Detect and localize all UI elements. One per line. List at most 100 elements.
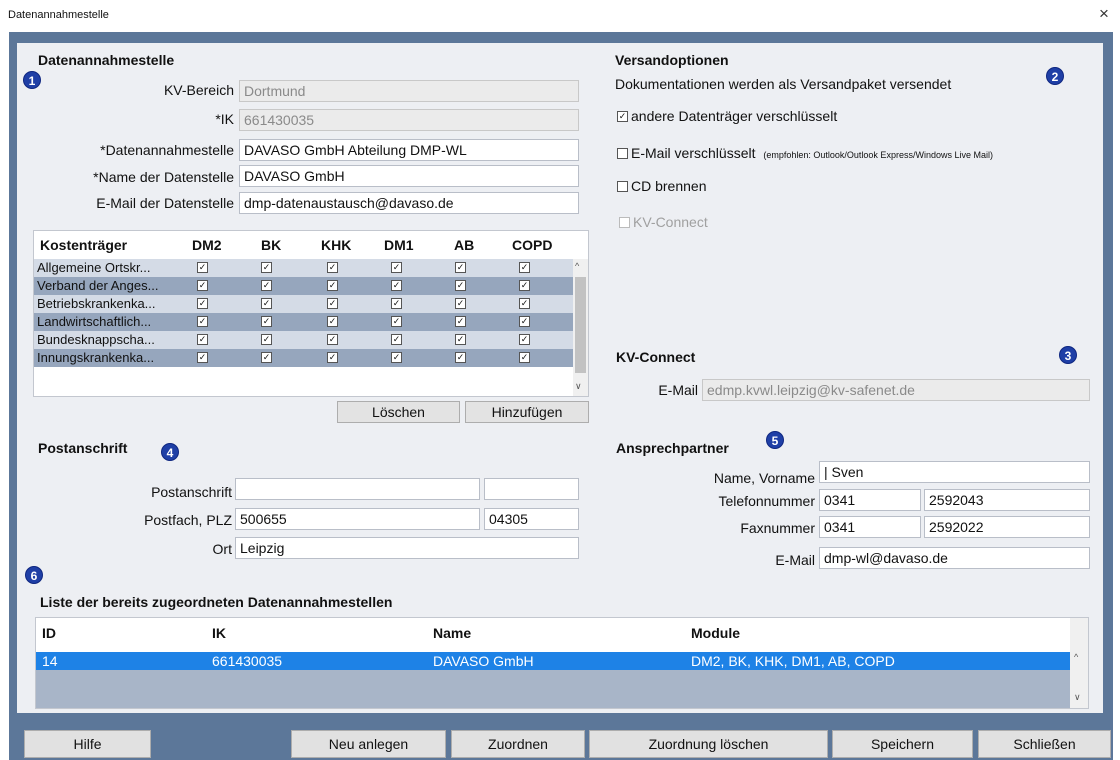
contact-email-field[interactable]: dmp-wl@davaso.de — [819, 547, 1090, 569]
grid-row[interactable]: Landwirtschaftlich... — [34, 313, 574, 331]
plz-field[interactable]: 04305 — [484, 508, 579, 530]
fax-nummer-field[interactable]: 2592022 — [924, 516, 1090, 538]
checkbox-checked-icon[interactable] — [327, 262, 338, 273]
fax-vorwahl-field[interactable]: 0341 — [819, 516, 921, 538]
checkbox-checked-icon[interactable] — [197, 316, 208, 327]
checkbox-checked-icon[interactable] — [391, 316, 402, 327]
kvconnect-heading: KV-Connect — [616, 349, 696, 365]
telefon-nummer-field[interactable]: 2592043 — [924, 489, 1090, 511]
telefon-vorwahl-field[interactable]: 0341 — [819, 489, 921, 511]
postanschrift-extra-field[interactable] — [484, 478, 579, 500]
row-name: DAVASO GmbH — [433, 653, 534, 669]
checkbox-checked-icon[interactable] — [455, 280, 466, 291]
checkbox-checked-icon[interactable] — [197, 352, 208, 363]
checkbox-checked-icon[interactable] — [327, 352, 338, 363]
checkbox-checked-icon[interactable] — [391, 262, 402, 273]
checkbox-checked-icon[interactable] — [327, 280, 338, 291]
checkbox-checked-icon[interactable] — [455, 334, 466, 345]
grid-row[interactable]: Betriebskrankenka... — [34, 295, 574, 313]
email-datenstelle-field[interactable]: dmp-datenaustausch@davaso.de — [239, 192, 579, 214]
checkbox-checked-icon[interactable] — [519, 262, 530, 273]
scroll-thumb[interactable] — [575, 277, 586, 373]
checkbox-checked-icon[interactable] — [327, 316, 338, 327]
ort-field[interactable]: Leipzig — [235, 537, 579, 559]
grid-row[interactable]: Innungskrankenka... — [34, 349, 574, 367]
grid-row-name: Verband der Anges... — [37, 278, 159, 293]
checkbox-checked-icon[interactable] — [455, 352, 466, 363]
section-4-badge: 4 — [161, 443, 179, 461]
checkbox-checked-icon[interactable] — [261, 298, 272, 309]
zugeordnete-list: ID IK Name Module 14 661430035 DAVASO Gm… — [35, 617, 1089, 709]
grid-row[interactable]: Verband der Anges... — [34, 277, 574, 295]
list-scrollbar[interactable]: ^ ∨ — [1070, 618, 1088, 708]
checkbox-checked-icon[interactable] — [261, 334, 272, 345]
checkbox-checked-icon[interactable] — [519, 280, 530, 291]
section-5-badge: 5 — [766, 431, 784, 449]
neu-anlegen-button[interactable]: Neu anlegen — [291, 730, 446, 758]
list-row[interactable]: 14 661430035 DAVASO GmbH DM2, BK, KHK, D… — [36, 652, 1070, 670]
col-dm2: DM2 — [192, 237, 222, 253]
loeschen-button[interactable]: Löschen — [337, 401, 460, 423]
checkbox-checked-icon[interactable] — [519, 352, 530, 363]
checkbox-checked-icon[interactable] — [261, 352, 272, 363]
telefon-label: Telefonnummer — [718, 493, 816, 509]
checkbox-checked-icon[interactable] — [391, 280, 402, 291]
checkbox-checked-icon[interactable] — [327, 334, 338, 345]
grid-row-name: Landwirtschaftlich... — [37, 314, 152, 329]
hinzufuegen-button[interactable]: Hinzufügen — [465, 401, 589, 423]
name-datenstelle-field[interactable]: DAVASO GmbH — [239, 165, 579, 187]
checkbox-checked-icon[interactable] — [197, 280, 208, 291]
checkbox-checked-icon[interactable] — [261, 280, 272, 291]
schliessen-button[interactable]: Schließen — [978, 730, 1111, 758]
zuordnung-loeschen-button[interactable]: Zuordnung löschen — [589, 730, 828, 758]
postanschrift-label: Postanschrift — [151, 484, 232, 500]
checkbox-icon[interactable] — [617, 180, 628, 192]
checkbox-checked-icon[interactable] — [519, 334, 530, 345]
postfach-field[interactable]: 500655 — [235, 508, 480, 530]
checkbox-disabled-icon — [619, 216, 630, 228]
name-datenstelle-label: *Name der Datenstelle — [93, 169, 234, 185]
kvconnect-email-field: edmp.kvwl.leipzig@kv-safenet.de — [702, 379, 1090, 401]
checkbox-checked-icon[interactable] — [391, 352, 402, 363]
datenannahmestelle-field[interactable]: DAVASO GmbH Abteilung DMP-WL — [239, 139, 579, 161]
option-cd-brennen[interactable]: CD brennen — [617, 178, 707, 194]
row-module: DM2, BK, KHK, DM1, AB, COPD — [691, 653, 895, 669]
checkbox-icon[interactable] — [617, 147, 628, 159]
grid-row[interactable]: Bundesknappscha... — [34, 331, 574, 349]
contact-email-label: E-Mail — [775, 552, 815, 568]
checkbox-checked-icon[interactable] — [519, 298, 530, 309]
checkbox-checked-icon[interactable] — [197, 262, 208, 273]
scroll-up-icon[interactable]: ^ — [575, 261, 579, 271]
checkbox-checked-icon[interactable] — [197, 334, 208, 345]
scroll-down-icon[interactable]: ∨ — [1074, 692, 1081, 703]
checkbox-checked-icon[interactable] — [261, 262, 272, 273]
option-kv-connect: KV-Connect — [619, 214, 708, 230]
checkbox-checked-icon[interactable] — [455, 262, 466, 273]
scroll-up-icon[interactable]: ^ — [1074, 652, 1078, 662]
checkbox-checked-icon[interactable] — [327, 298, 338, 309]
checkbox-checked-icon[interactable] — [261, 316, 272, 327]
option-datentraeger-verschluesselt[interactable]: andere Datenträger verschlüsselt — [617, 108, 837, 124]
hilfe-button[interactable]: Hilfe — [24, 730, 151, 758]
checkbox-checked-icon[interactable] — [391, 334, 402, 345]
checkbox-checked-icon[interactable] — [391, 298, 402, 309]
postanschrift-field[interactable] — [235, 478, 480, 500]
email-hint: (empfohlen: Outlook/Outlook Express/Wind… — [763, 150, 993, 160]
checkbox-checked-icon[interactable] — [519, 316, 530, 327]
option-email-verschluesselt[interactable]: E-Mail verschlüsselt (empfohlen: Outlook… — [617, 145, 993, 161]
dam-heading: Datenannahmestelle — [38, 52, 175, 68]
name-vorname-field[interactable]: | Sven — [819, 461, 1090, 483]
zuordnen-button[interactable]: Zuordnen — [451, 730, 585, 758]
row-id: 14 — [42, 653, 58, 669]
checkbox-checked-icon[interactable] — [455, 316, 466, 327]
close-icon[interactable]: × — [1094, 4, 1114, 24]
ort-label: Ort — [212, 541, 232, 557]
scroll-down-icon[interactable]: ∨ — [575, 381, 582, 392]
checkbox-checked-icon[interactable] — [617, 110, 628, 122]
grid-row[interactable]: Allgemeine Ortskr... — [34, 259, 574, 277]
row-ik: 661430035 — [212, 653, 283, 669]
checkbox-checked-icon[interactable] — [197, 298, 208, 309]
checkbox-checked-icon[interactable] — [455, 298, 466, 309]
speichern-button[interactable]: Speichern — [832, 730, 973, 758]
grid-scrollbar[interactable]: ^ ∨ — [573, 259, 588, 396]
